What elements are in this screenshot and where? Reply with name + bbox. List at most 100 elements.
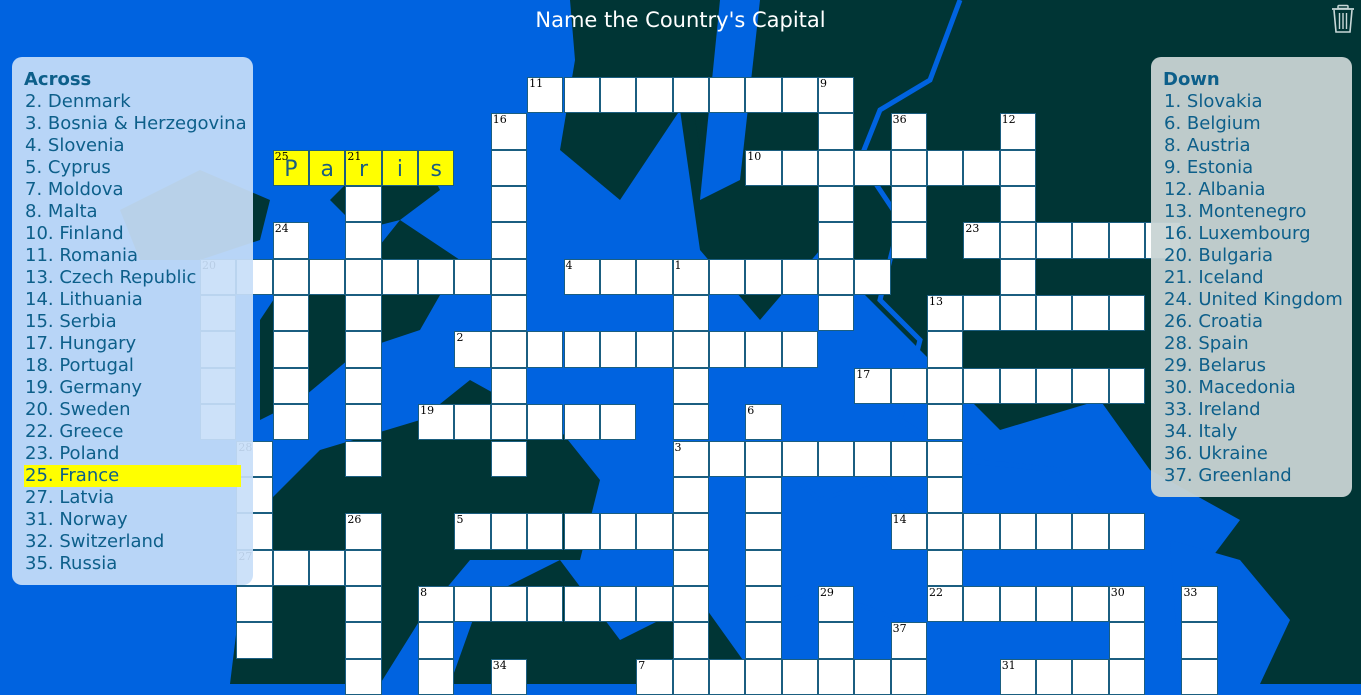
- grid-cell[interactable]: [854, 258, 891, 296]
- grid-cell[interactable]: [1036, 658, 1073, 695]
- down-clue[interactable]: 33. Ireland: [1163, 399, 1340, 421]
- grid-cell[interactable]: 11: [527, 77, 564, 114]
- grid-cell[interactable]: [272, 258, 310, 296]
- grid-cell[interactable]: [490, 186, 528, 223]
- grid-cell[interactable]: [236, 622, 273, 659]
- down-clue[interactable]: 8. Austria: [1163, 135, 1340, 157]
- grid-cell[interactable]: [563, 77, 600, 114]
- grid-cell[interactable]: [1108, 513, 1146, 550]
- grid-cell[interactable]: [817, 658, 855, 695]
- grid-cell[interactable]: [708, 658, 746, 695]
- grid-cell[interactable]: [490, 222, 528, 259]
- grid-cell[interactable]: [745, 258, 782, 296]
- grid-cell[interactable]: [1036, 367, 1073, 405]
- down-clue[interactable]: 24. United Kingdom: [1163, 289, 1343, 311]
- grid-cell[interactable]: [490, 295, 528, 332]
- grid-cell[interactable]: [236, 585, 273, 623]
- across-clue[interactable]: 14. Lithuania: [24, 289, 241, 311]
- grid-cell[interactable]: [345, 549, 382, 586]
- grid-cell[interactable]: [636, 77, 673, 114]
- across-clue[interactable]: 18. Portugal: [24, 355, 241, 377]
- grid-cell[interactable]: [817, 295, 855, 332]
- grid-cell[interactable]: [890, 222, 927, 259]
- grid-cell[interactable]: [1108, 367, 1146, 405]
- grid-cell[interactable]: [890, 186, 927, 223]
- grid-cell[interactable]: [927, 404, 964, 441]
- grid-cell[interactable]: 21 r: [345, 149, 382, 187]
- grid-cell[interactable]: [672, 658, 709, 695]
- down-clue[interactable]: 20. Bulgaria: [1163, 245, 1340, 267]
- grid-cell[interactable]: [708, 440, 746, 477]
- grid-cell[interactable]: [672, 77, 709, 114]
- grid-cell[interactable]: [527, 404, 564, 441]
- grid-cell[interactable]: [345, 186, 382, 223]
- grid-cell[interactable]: [817, 440, 855, 477]
- grid-cell[interactable]: [890, 440, 927, 477]
- down-clue[interactable]: 1. Slovakia: [1163, 91, 1340, 113]
- grid-cell[interactable]: [490, 258, 528, 296]
- grid-cell[interactable]: [1072, 295, 1109, 332]
- grid-cell[interactable]: [272, 331, 310, 368]
- grid-cell[interactable]: [490, 404, 528, 441]
- grid-cell[interactable]: [672, 549, 709, 586]
- across-clue[interactable]: 15. Serbia: [24, 311, 241, 333]
- grid-cell[interactable]: [599, 77, 637, 114]
- grid-cell[interactable]: [999, 295, 1037, 332]
- grid-cell[interactable]: [345, 658, 382, 695]
- grid-cell[interactable]: [1072, 585, 1109, 623]
- grid-cell[interactable]: [927, 549, 964, 586]
- grid-cell[interactable]: 10: [745, 149, 782, 187]
- grid-cell[interactable]: [745, 440, 782, 477]
- grid-cell[interactable]: [490, 513, 528, 550]
- grid-cell[interactable]: 30: [1108, 585, 1146, 623]
- grid-cell[interactable]: [309, 258, 346, 296]
- grid-cell[interactable]: [781, 331, 818, 368]
- grid-cell[interactable]: [817, 186, 855, 223]
- grid-cell[interactable]: [745, 658, 782, 695]
- grid-cell[interactable]: [999, 258, 1037, 296]
- down-clue[interactable]: 16. Luxembourg: [1163, 223, 1340, 245]
- grid-cell[interactable]: [563, 404, 600, 441]
- grid-cell[interactable]: [745, 331, 782, 368]
- grid-cell[interactable]: [272, 549, 310, 586]
- grid-cell[interactable]: [636, 331, 673, 368]
- across-clue[interactable]: 4. Slovenia: [24, 135, 241, 157]
- grid-cell[interactable]: [817, 149, 855, 187]
- grid-cell[interactable]: [745, 513, 782, 550]
- grid-cell[interactable]: 7: [636, 658, 673, 695]
- grid-cell[interactable]: [854, 658, 891, 695]
- grid-cell[interactable]: [817, 113, 855, 150]
- grid-cell[interactable]: [418, 258, 455, 296]
- grid-cell[interactable]: [781, 658, 818, 695]
- grid-cell[interactable]: [672, 476, 709, 514]
- grid-cell[interactable]: [745, 622, 782, 659]
- grid-cell[interactable]: [563, 585, 600, 623]
- grid-cell[interactable]: [345, 585, 382, 623]
- grid-cell[interactable]: 33: [1181, 585, 1218, 623]
- grid-cell[interactable]: [1108, 658, 1146, 695]
- grid-cell[interactable]: [672, 622, 709, 659]
- grid-cell[interactable]: [890, 149, 927, 187]
- grid-cell[interactable]: [527, 585, 564, 623]
- grid-cell[interactable]: [1036, 295, 1073, 332]
- across-clue[interactable]: 31. Norway: [24, 509, 241, 531]
- grid-cell[interactable]: 37: [890, 622, 927, 659]
- grid-cell[interactable]: 25 P: [272, 149, 310, 187]
- grid-cell[interactable]: 26: [345, 513, 382, 550]
- across-clue[interactable]: 5. Cyprus: [24, 157, 241, 179]
- across-clue[interactable]: 19. Germany: [24, 377, 241, 399]
- across-clue[interactable]: 2. Denmark: [24, 91, 241, 113]
- grid-cell[interactable]: [672, 295, 709, 332]
- grid-cell[interactable]: [454, 404, 491, 441]
- grid-cell[interactable]: [854, 440, 891, 477]
- trash-icon[interactable]: [1329, 4, 1357, 34]
- grid-cell[interactable]: [309, 549, 346, 586]
- down-clue[interactable]: 12. Albania: [1163, 179, 1340, 201]
- grid-cell[interactable]: [599, 331, 637, 368]
- grid-cell[interactable]: [599, 585, 637, 623]
- grid-cell[interactable]: [454, 585, 491, 623]
- grid-cell[interactable]: [999, 186, 1037, 223]
- grid-cell[interactable]: [599, 404, 637, 441]
- grid-cell[interactable]: 4: [563, 258, 600, 296]
- grid-cell[interactable]: [563, 513, 600, 550]
